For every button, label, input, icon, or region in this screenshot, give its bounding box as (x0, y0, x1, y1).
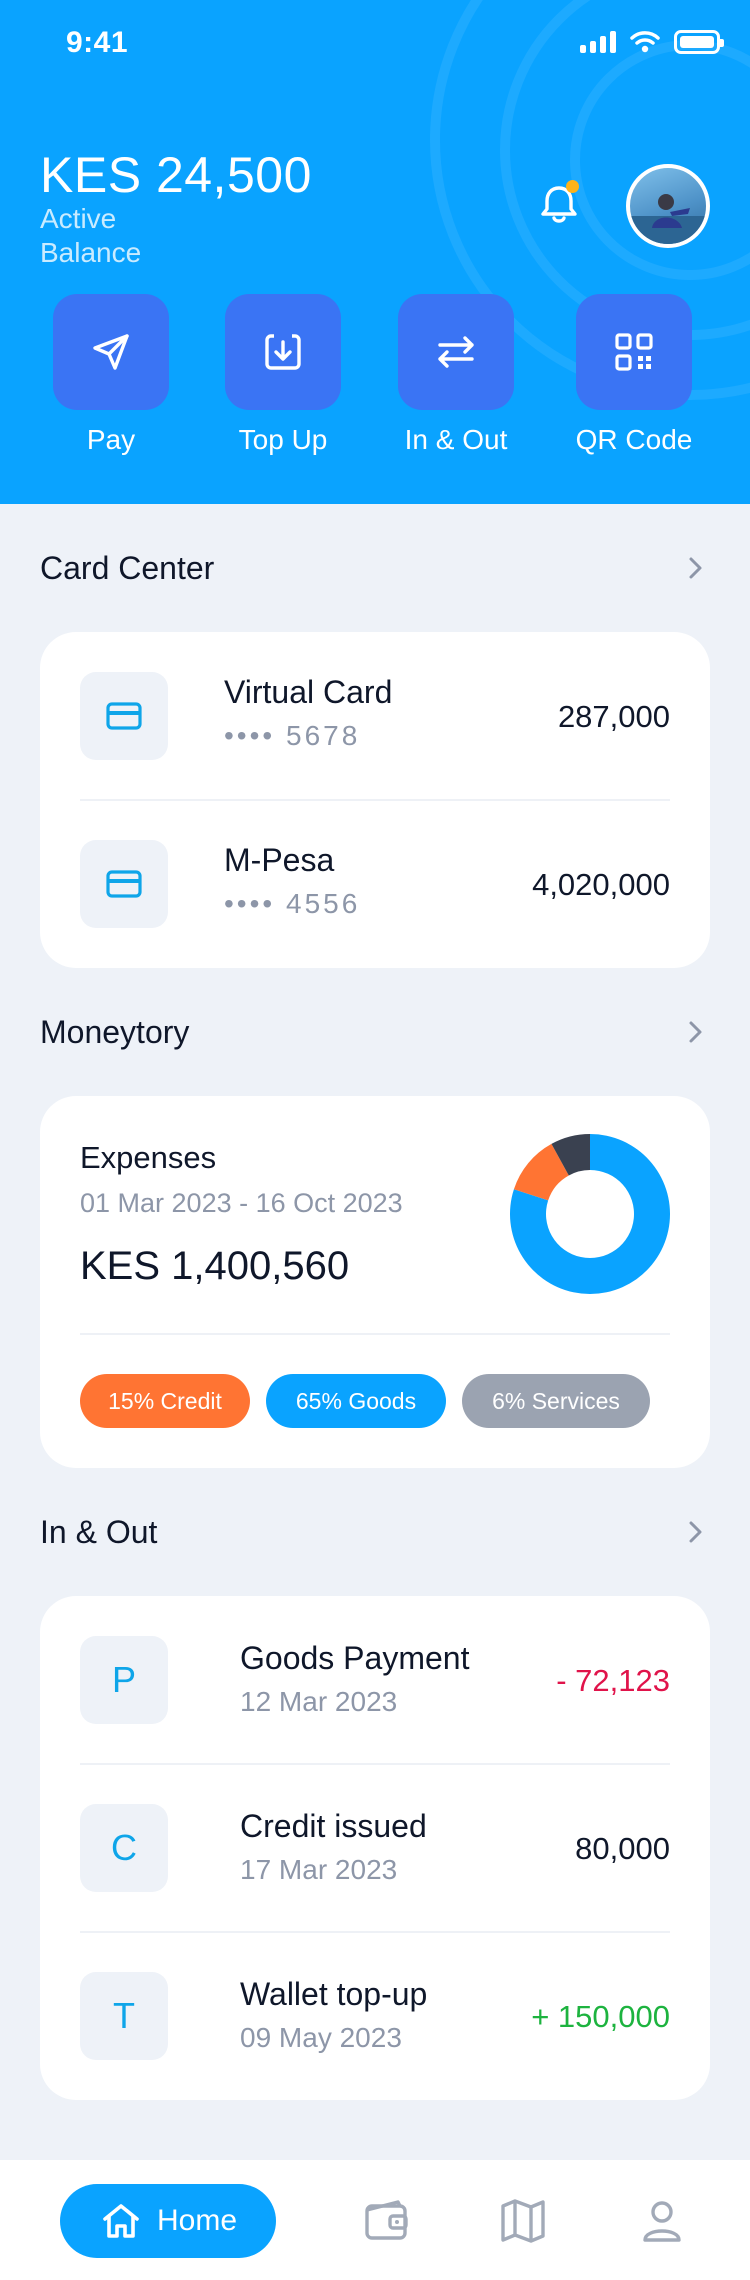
credit-card-icon (80, 672, 168, 760)
expenses-donut-chart (510, 1134, 670, 1294)
transaction-name: Credit issued (240, 1808, 427, 1844)
notification-bell-icon[interactable] (535, 180, 583, 228)
section-title: Card Center (40, 549, 215, 586)
card-number: •••• 4556 (224, 888, 361, 919)
send-icon (53, 294, 169, 410)
credit-card-icon (80, 840, 168, 928)
nav-home-button[interactable]: Home (60, 2184, 276, 2258)
wallet-icon[interactable] (362, 2196, 412, 2246)
status-bar: 9:41 (0, 0, 750, 90)
chevron-right-icon[interactable] (680, 553, 710, 583)
transaction-date: 09 May 2023 (240, 2022, 402, 2053)
chevron-right-icon[interactable] (680, 1017, 710, 1047)
divider (80, 799, 670, 801)
divider (80, 1763, 670, 1765)
divider (80, 1333, 670, 1335)
section-title: In & Out (40, 1513, 158, 1550)
moneytory-header: Moneytory (40, 1010, 710, 1054)
signal-icon (580, 31, 616, 53)
transaction-name: Goods Payment (240, 1640, 470, 1676)
quick-actions: Pay Top Up In & Out QR Code (0, 294, 750, 464)
transaction-name: Wallet top-up (240, 1976, 428, 2012)
in-out-action-button[interactable]: In & Out (381, 294, 531, 456)
transaction-row[interactable]: T Wallet top-up 09 May 2023 + 150,000 (80, 1972, 670, 2060)
header: 9:41 KES 24,500 Active Balance Pay Top U… (0, 0, 750, 504)
card-center-header: Card Center (40, 546, 710, 590)
status-time: 9:41 (66, 26, 129, 59)
in-out-card: P Goods Payment 12 Mar 2023 - 72,123 C C… (40, 1596, 710, 2100)
transaction-initial: C (80, 1804, 168, 1892)
initial-letter: C (111, 1827, 137, 1868)
chevron-right-icon[interactable] (680, 1517, 710, 1547)
battery-icon (674, 30, 724, 54)
profile-icon[interactable] (637, 2196, 687, 2246)
qr-code-icon (576, 294, 692, 410)
transaction-initial: P (80, 1636, 168, 1724)
transfer-arrows-icon (398, 294, 514, 410)
transaction-amount: - 72,123 (556, 1663, 670, 1698)
in-out-header: In & Out (40, 1510, 710, 1554)
top-up-action-label: Top Up (238, 424, 328, 455)
card-amount: 287,000 (557, 699, 670, 734)
notification-dot (566, 180, 579, 193)
section-title: Moneytory (40, 1013, 190, 1050)
nav-home-label: Home (156, 2204, 238, 2237)
avatar[interactable] (626, 164, 710, 248)
transaction-date: 12 Mar 2023 (240, 1686, 398, 1717)
services-tag[interactable]: 6% Services (462, 1374, 650, 1428)
card-name: Virtual Card (224, 674, 393, 710)
moneytory-card[interactable]: Expenses 01 Mar 2023 - 16 Oct 2023 KES 1… (40, 1096, 710, 1468)
credit-tag[interactable]: 15% Credit (80, 1374, 250, 1428)
pay-action-button[interactable]: Pay (36, 294, 186, 456)
bottom-navigation: Home (0, 2160, 750, 2280)
in-out-action-label: In & Out (404, 424, 508, 455)
wifi-icon (630, 31, 660, 53)
card-row[interactable]: M-Pesa •••• 4556 4,020,000 (80, 840, 670, 928)
status-icons (580, 30, 724, 54)
expenses-label: Expenses (80, 1140, 217, 1175)
qr-code-action-button[interactable]: QR Code (559, 294, 709, 456)
transaction-amount: + 150,000 (531, 1999, 670, 2034)
card-number: •••• 5678 (224, 720, 361, 751)
expenses-period: 01 Mar 2023 - 16 Oct 2023 (80, 1188, 403, 1218)
transaction-amount: 80,000 (575, 1831, 670, 1866)
transaction-initial: T (80, 1972, 168, 2060)
card-amount: 4,020,000 (532, 867, 670, 902)
transaction-date: 17 Mar 2023 (240, 1854, 398, 1885)
card-center-card: Virtual Card •••• 5678 287,000 M-Pesa ••… (40, 632, 710, 968)
pay-action-label: Pay (86, 424, 136, 455)
transaction-row[interactable]: C Credit issued 17 Mar 2023 80,000 (80, 1804, 670, 1892)
download-icon (225, 294, 341, 410)
map-icon[interactable] (498, 2196, 548, 2246)
card-name: M-Pesa (224, 842, 335, 878)
balance-label: Active Balance (40, 203, 142, 268)
initial-letter: T (113, 1995, 135, 2036)
transaction-row[interactable]: P Goods Payment 12 Mar 2023 - 72,123 (80, 1636, 670, 1724)
card-row[interactable]: Virtual Card •••• 5678 287,000 (80, 672, 670, 760)
qr-code-action-label: QR Code (575, 424, 693, 455)
goods-tag[interactable]: 65% Goods (266, 1374, 446, 1428)
divider (80, 1931, 670, 1933)
balance-amount: KES 24,500 (40, 147, 312, 203)
initial-letter: P (111, 1659, 136, 1700)
top-up-action-button[interactable]: Top Up (208, 294, 358, 456)
expenses-total: KES 1,400,560 (80, 1244, 350, 1288)
home-icon (103, 2204, 139, 2238)
